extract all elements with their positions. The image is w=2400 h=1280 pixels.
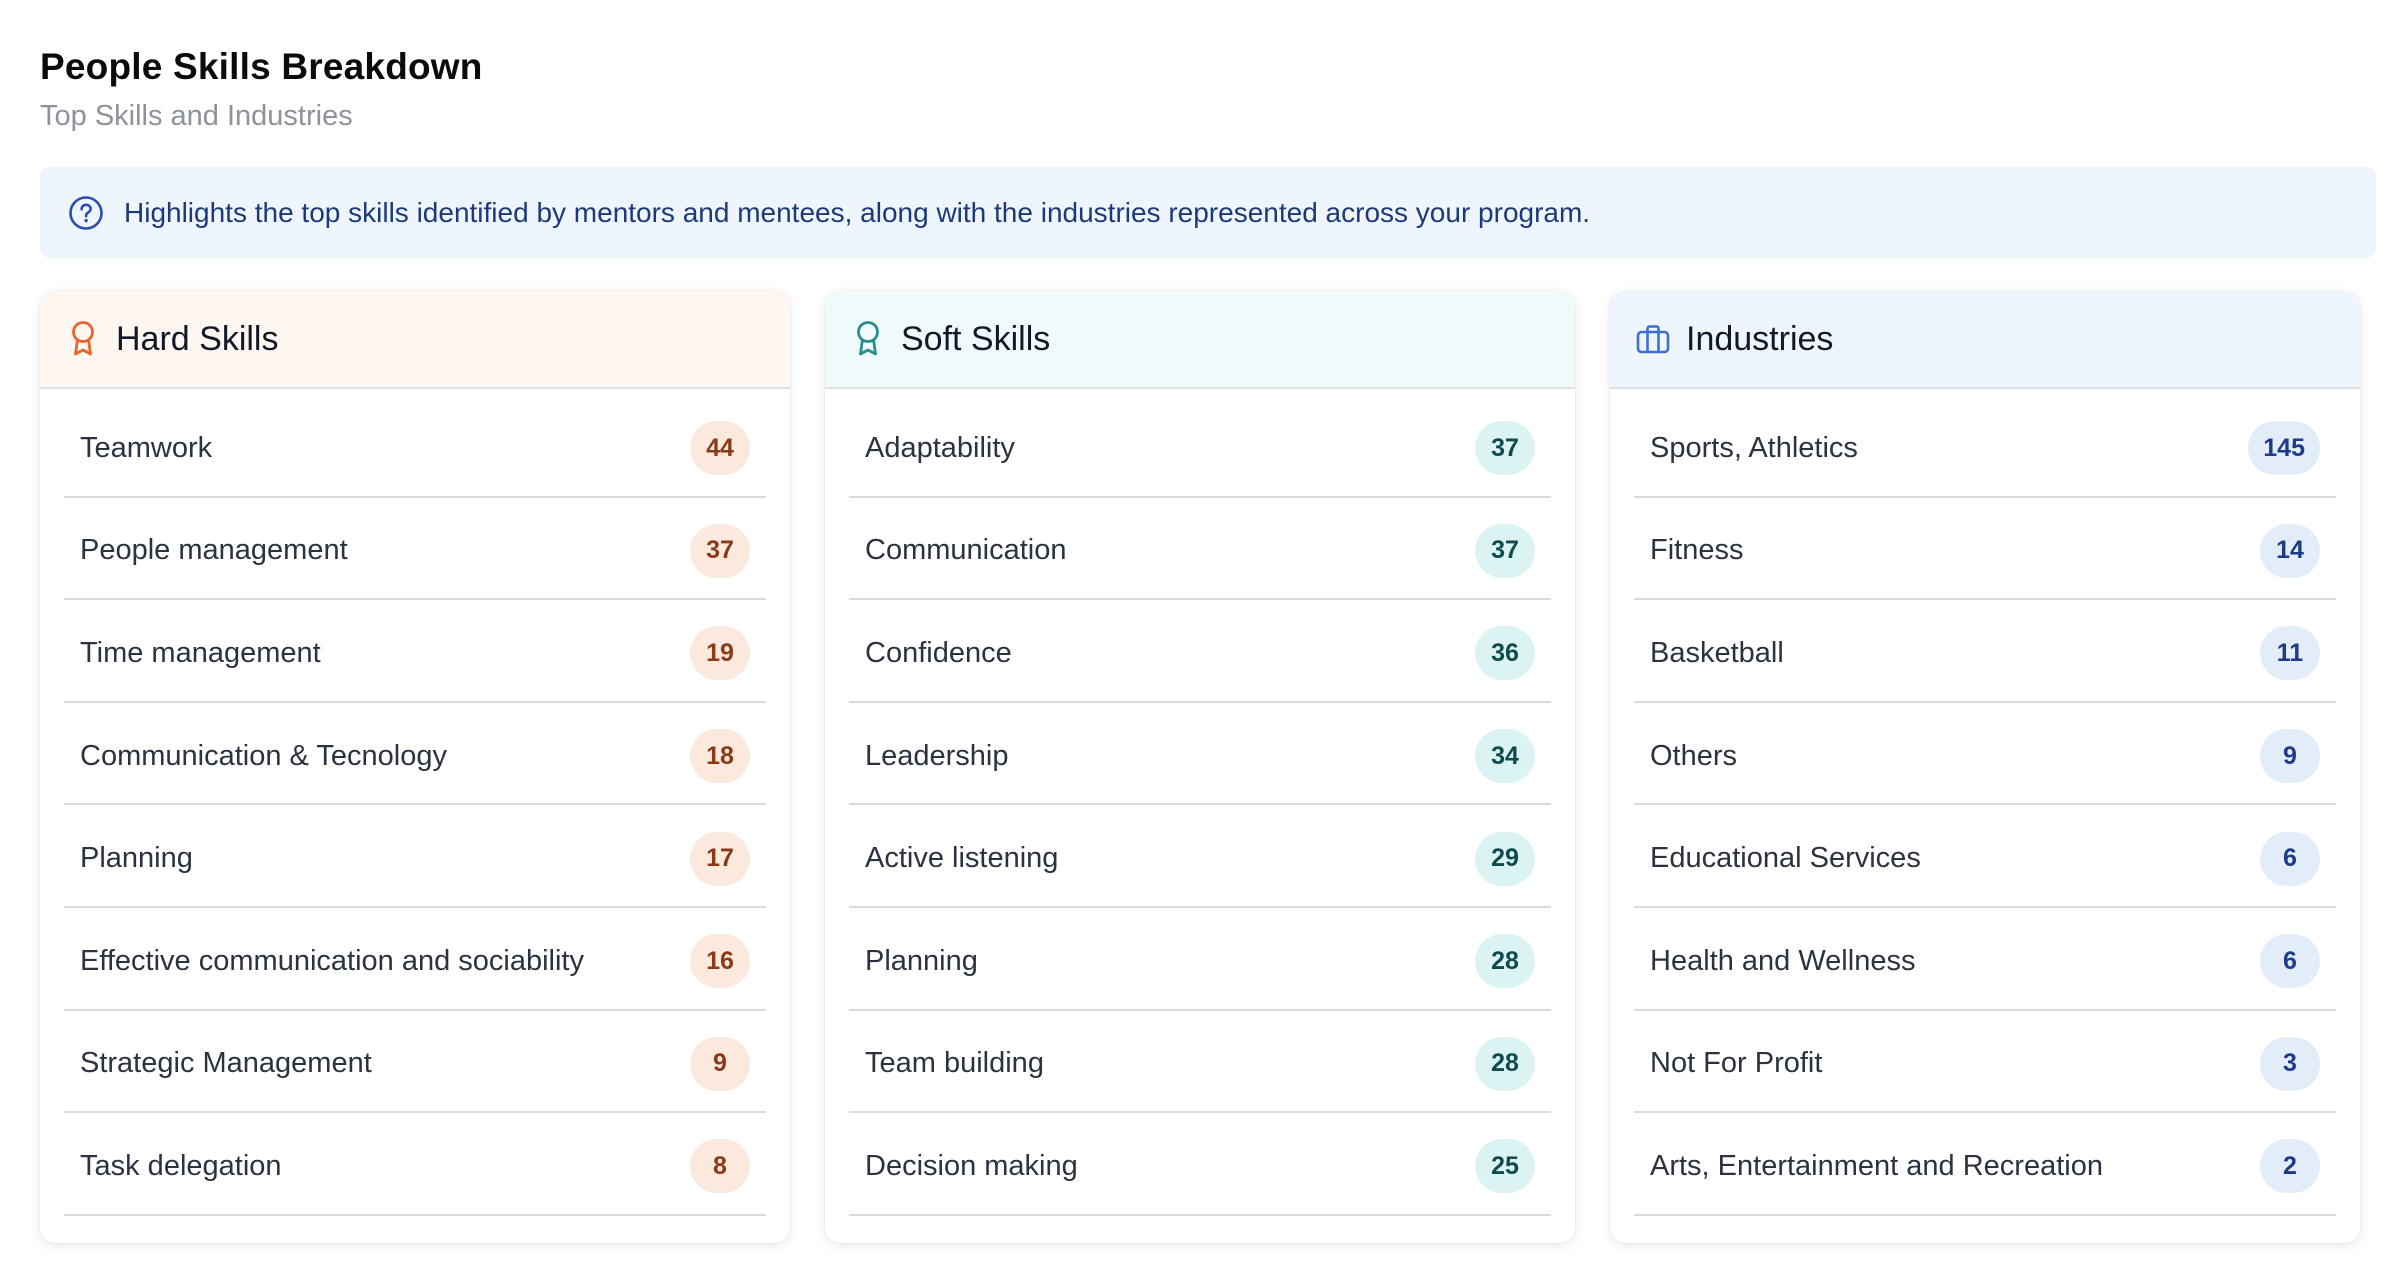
item-label: Others [1650, 739, 1738, 772]
count-badge: 2 [2260, 1139, 2320, 1194]
count-badge: 11 [2260, 626, 2320, 681]
list-item: Fitness 14 [1634, 498, 2336, 601]
count-badge: 9 [690, 1036, 750, 1091]
list-item: Effective communication and sociability 1… [64, 908, 766, 1011]
item-label: Health and Wellness [1650, 944, 1916, 977]
item-label: Leadership [865, 739, 1009, 772]
item-label: Communication [865, 534, 1067, 567]
hard-skills-header: Hard Skills [40, 291, 790, 389]
count-badge: 44 [690, 421, 750, 476]
help-circle-icon [68, 195, 104, 231]
list-item: Sports, Athletics 145 [1634, 395, 2336, 498]
count-badge: 29 [1475, 831, 1535, 886]
item-label: Strategic Management [80, 1047, 372, 1080]
item-label: Team building [865, 1047, 1044, 1080]
item-label: Effective communication and sociability [80, 944, 584, 977]
list-item: Time management 19 [64, 600, 766, 703]
count-badge: 6 [2260, 934, 2320, 989]
count-badge: 37 [1475, 421, 1535, 476]
item-label: Teamwork [80, 431, 213, 464]
soft-skills-list: Adaptability 37 Communication 37 Confidenc… [825, 395, 1575, 1216]
list-item: Not For Profit 3 [1634, 1011, 2336, 1114]
industries-title: Industries [1686, 319, 1834, 358]
industries-card: Industries Sports, Athletics 145 Fitness 1… [1610, 291, 2360, 1243]
item-label: Adaptability [865, 431, 1015, 464]
list-item: Communication & Tecnology 18 [64, 703, 766, 806]
item-label: Educational Services [1650, 842, 1921, 875]
count-badge: 16 [690, 934, 750, 989]
count-badge: 34 [1475, 729, 1535, 784]
count-badge: 8 [690, 1139, 750, 1194]
info-banner-text: Highlights the top skills identified by … [124, 196, 1591, 228]
count-badge: 37 [690, 523, 750, 578]
item-label: Arts, Entertainment and Recreation [1650, 1149, 2103, 1182]
soft-skills-card: Soft Skills Adaptability 37 Communication… [825, 291, 1575, 1243]
industries-list: Sports, Athletics 145 Fitness 14 Basketbal… [1610, 395, 2360, 1216]
page-subtitle: Top Skills and Industries [40, 100, 353, 132]
list-item: Basketball 11 [1634, 600, 2336, 703]
list-item: Teamwork 44 [64, 395, 766, 498]
item-label: Planning [80, 842, 193, 875]
item-label: Communication & Tecnology [80, 739, 447, 772]
item-label: Time management [80, 636, 321, 669]
item-label: Active listening [865, 842, 1059, 875]
count-badge: 145 [2248, 421, 2320, 476]
list-item: Leadership 34 [849, 703, 1551, 806]
briefcase-icon [1636, 320, 1670, 358]
list-item: Confidence 36 [849, 600, 1551, 703]
list-item: Active listening 29 [849, 805, 1551, 908]
list-item: Planning 28 [849, 908, 1551, 1011]
award-ribbon-icon [66, 320, 100, 358]
item-label: Confidence [865, 636, 1012, 669]
list-item: Educational Services 6 [1634, 805, 2336, 908]
list-item: Strategic Management 9 [64, 1011, 766, 1114]
item-label: People management [80, 534, 348, 567]
list-item: Decision making 25 [849, 1113, 1551, 1216]
list-item: Health and Wellness 6 [1634, 908, 2336, 1011]
hard-skills-card: Hard Skills Teamwork 44 People management… [40, 291, 790, 1243]
count-badge: 9 [2260, 729, 2320, 784]
list-item: Planning 17 [64, 805, 766, 908]
count-badge: 17 [690, 831, 750, 886]
award-ribbon-icon [851, 320, 885, 358]
item-label: Not For Profit [1650, 1047, 1823, 1080]
people-skills-page: People Skills Breakdown Top Skills and I… [0, 0, 2400, 1280]
list-item: Communication 37 [849, 498, 1551, 601]
info-banner: Highlights the top skills identified by … [40, 167, 2376, 258]
list-item: People management 37 [64, 498, 766, 601]
list-item: Adaptability 37 [849, 395, 1551, 498]
industries-header: Industries [1610, 291, 2360, 389]
item-label: Sports, Athletics [1650, 431, 1858, 464]
hard-skills-list: Teamwork 44 People management 37 Time mana… [40, 395, 790, 1216]
list-item: Task delegation 8 [64, 1113, 766, 1216]
count-badge: 3 [2260, 1036, 2320, 1091]
count-badge: 37 [1475, 523, 1535, 578]
count-badge: 28 [1475, 934, 1535, 989]
soft-skills-title: Soft Skills [901, 319, 1051, 358]
count-badge: 28 [1475, 1036, 1535, 1091]
item-label: Decision making [865, 1149, 1078, 1182]
list-item: Arts, Entertainment and Recreation 2 [1634, 1113, 2336, 1216]
hard-skills-title: Hard Skills [116, 319, 279, 358]
list-item: Others 9 [1634, 703, 2336, 806]
count-badge: 19 [690, 626, 750, 681]
list-item: Team building 28 [849, 1011, 1551, 1114]
item-label: Basketball [1650, 636, 1784, 669]
item-label: Fitness [1650, 534, 1744, 567]
item-label: Planning [865, 944, 978, 977]
page-title: People Skills Breakdown [40, 46, 483, 87]
count-badge: 25 [1475, 1139, 1535, 1194]
cards-row: Hard Skills Teamwork 44 People management… [40, 291, 2360, 1243]
soft-skills-header: Soft Skills [825, 291, 1575, 389]
count-badge: 14 [2260, 523, 2320, 578]
item-label: Task delegation [80, 1149, 282, 1182]
count-badge: 36 [1475, 626, 1535, 681]
count-badge: 6 [2260, 831, 2320, 886]
count-badge: 18 [690, 729, 750, 784]
